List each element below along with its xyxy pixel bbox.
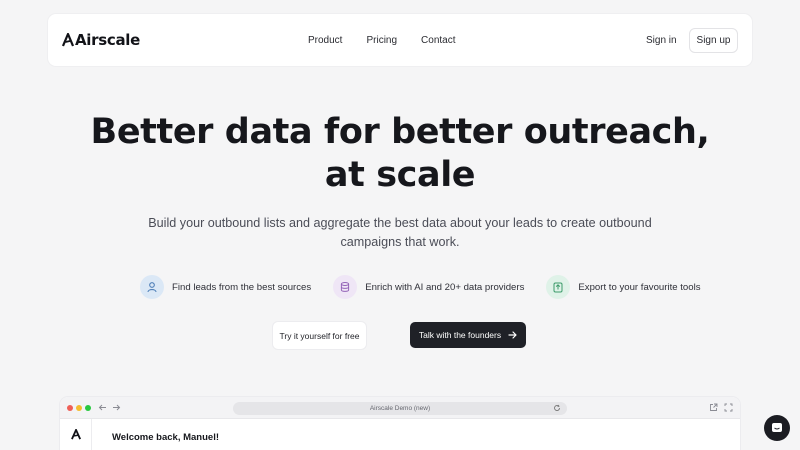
hero-title-line-1: Better data for better outreach, <box>90 112 710 152</box>
minimize-dot-icon <box>76 405 82 411</box>
brand-logo[interactable]: Airscale <box>62 29 140 51</box>
database-icon <box>333 275 358 299</box>
talk-founders-button[interactable]: Talk with the founders <box>410 322 526 348</box>
arrow-right-icon <box>508 331 517 339</box>
demo-logo-icon <box>71 429 82 440</box>
chat-launcher-button[interactable] <box>764 415 790 441</box>
feature-label: Export to your favourite tools <box>578 281 701 293</box>
demo-url-title: Airscale Demo (new) <box>369 405 431 412</box>
export-icon <box>546 275 571 299</box>
demo-window: Airscale Demo (new) Welcome back, Manuel… <box>60 397 740 450</box>
maximize-dot-icon <box>85 405 91 411</box>
reload-icon[interactable] <box>553 404 561 412</box>
sign-up-button[interactable]: Sign up <box>689 28 738 53</box>
hero-subtitle: Build your outbound lists and aggregate … <box>148 216 652 249</box>
hero-title: Better data for better outreach, at scal… <box>0 111 800 197</box>
feature-label: Enrich with AI and 20+ data providers <box>365 281 525 293</box>
try-free-button[interactable]: Try it yourself for free <box>273 322 366 349</box>
sign-in-link[interactable]: Sign in <box>646 35 677 46</box>
feature-find-leads: Find leads from the best sources <box>140 275 311 299</box>
top-navbar: Airscale Product Pricing Contact Sign in… <box>48 14 752 66</box>
feature-export: Export to your favourite tools <box>546 275 701 299</box>
welcome-message: Welcome back, Manuel! <box>112 432 219 443</box>
nav-links: Product Pricing Contact <box>308 14 480 66</box>
feature-enrich: Enrich with AI and 20+ data providers <box>333 275 524 299</box>
nav-link-contact[interactable]: Contact <box>421 35 455 46</box>
forward-arrow-icon[interactable] <box>112 403 121 412</box>
back-arrow-icon[interactable] <box>98 403 107 412</box>
user-icon <box>140 275 164 299</box>
brand-name: Airscale <box>75 31 141 49</box>
demo-browser-bar: Airscale Demo (new) <box>60 397 740 419</box>
nav-link-product[interactable]: Product <box>308 35 342 46</box>
feature-list: Find leads from the best sources Enrich … <box>140 275 723 299</box>
nav-link-pricing[interactable]: Pricing <box>366 35 397 46</box>
chat-icon <box>772 423 782 432</box>
close-dot-icon <box>67 405 73 411</box>
talk-founders-label: Talk with the founders <box>418 330 502 340</box>
external-link-icon[interactable] <box>709 403 718 412</box>
demo-sidebar <box>60 419 92 450</box>
demo-url-bar[interactable]: Airscale Demo (new) <box>233 402 567 415</box>
hero-title-line-2: at scale <box>324 155 476 195</box>
feature-label: Find leads from the best sources <box>172 281 312 293</box>
airscale-logo-icon <box>62 33 74 47</box>
fullscreen-icon[interactable] <box>724 403 733 412</box>
